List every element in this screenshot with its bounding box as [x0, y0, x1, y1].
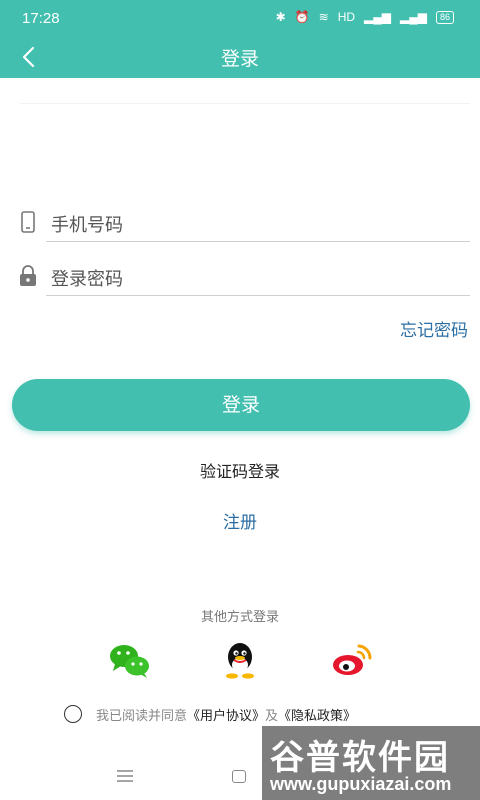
network-type: HD [337, 10, 356, 24]
qq-icon[interactable] [218, 640, 262, 680]
phone-input[interactable]: 手机号码 [51, 211, 123, 237]
phone-underline [46, 241, 470, 242]
status-bar: 17:28 ✱ ⏰ ≋ HD ▂▄▆ ▂▄▆ 86 [0, 0, 480, 36]
phone-field[interactable]: 手机号码 [18, 208, 470, 242]
password-field[interactable]: 登录密码 [18, 262, 470, 296]
signal-icon: ▂▄▆ [364, 10, 392, 24]
page-title: 登录 [220, 48, 259, 70]
other-login-label: 其他方式登录 [200, 610, 279, 625]
wifi-icon: ≋ [318, 10, 329, 24]
sms-login-link[interactable]: 验证码登录 [0, 458, 480, 482]
agreement-and: 及 [265, 708, 279, 724]
privacy-policy-link[interactable]: 《隐私政策》 [278, 705, 356, 724]
watermark: 谷普软件园 www.gupuxiazai.com [262, 726, 480, 800]
status-icons: ✱ ⏰ ≋ HD ▂▄▆ ▂▄▆ 86 [276, 10, 454, 24]
login-button[interactable]: 登录 [12, 379, 470, 431]
password-underline [46, 295, 470, 296]
weibo-icon[interactable] [330, 640, 374, 680]
battery-icon: 86 [435, 10, 454, 24]
password-input[interactable]: 登录密码 [51, 265, 123, 291]
agreement-row: 我已阅读并同意 《用户协议》 及 《隐私政策》 [64, 704, 356, 724]
agreement-prefix: 我已阅读并同意 [96, 708, 188, 724]
app-bar: 登录 [0, 36, 480, 78]
user-agreement-link[interactable]: 《用户协议》 [187, 705, 265, 724]
status-time: 17:28 [22, 10, 60, 27]
forgot-password-link[interactable]: 忘记密码 [400, 316, 468, 341]
banner-area [20, 86, 470, 104]
signal-icon-2: ▂▄▆ [400, 10, 427, 24]
wechat-icon[interactable] [107, 640, 151, 680]
watermark-title: 谷普软件园 [270, 738, 450, 778]
watermark-url: www.gupuxiazai.com [270, 774, 452, 794]
lock-icon [20, 265, 36, 286]
phone-icon [21, 211, 35, 233]
alarm-icon: ⏰ [294, 10, 310, 24]
register-link[interactable]: 注册 [0, 508, 480, 533]
menu-icon[interactable] [117, 770, 133, 782]
home-icon[interactable] [232, 770, 246, 783]
bluetooth-icon: ✱ [275, 10, 286, 24]
agreement-checkbox[interactable] [64, 705, 82, 723]
